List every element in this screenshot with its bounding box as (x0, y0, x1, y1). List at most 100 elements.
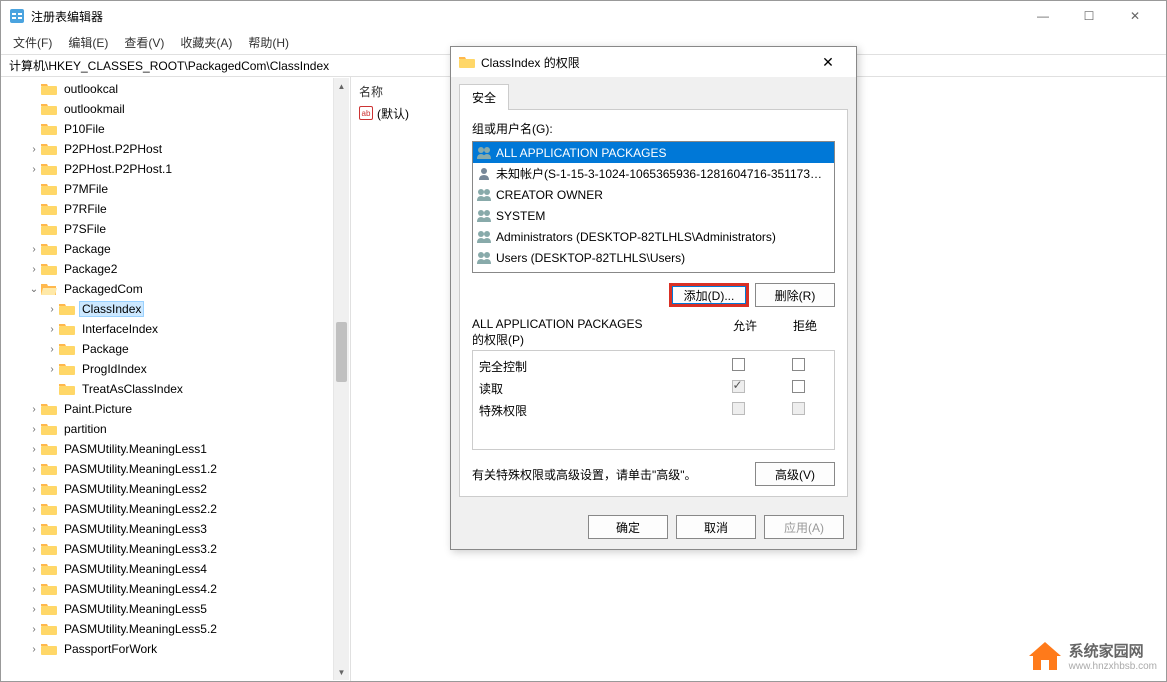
tree-item-label: PackagedCom (61, 281, 146, 297)
tree-item[interactable]: ›PASMUtility.MeaningLess2.2 (1, 499, 350, 519)
tree-panel[interactable]: outlookcaloutlookmailP10File›P2PHost.P2P… (1, 77, 351, 681)
scroll-thumb[interactable] (336, 322, 347, 382)
folder-icon (59, 302, 75, 316)
tree-item[interactable]: › Package (1, 339, 350, 359)
folder-icon (59, 382, 75, 396)
folder-icon (59, 342, 75, 356)
tree-item[interactable]: › Package (1, 239, 350, 259)
tree-item[interactable]: P7MFile (1, 179, 350, 199)
chevron-right-icon[interactable]: › (27, 424, 41, 435)
tree-item[interactable]: P7SFile (1, 219, 350, 239)
tree-item[interactable]: ›partition (1, 419, 350, 439)
tree-item-label: Package (61, 241, 114, 257)
apply-button[interactable]: 应用(A) (764, 515, 844, 539)
tree-item[interactable]: › PASMUtility.MeaningLess3.2 (1, 539, 350, 559)
chevron-right-icon[interactable]: › (45, 364, 59, 375)
close-button[interactable]: ✕ (1112, 1, 1158, 31)
allow-checkbox (732, 402, 745, 415)
tree-item[interactable]: outlookcal (1, 79, 350, 99)
user-row[interactable]: SYSTEM (473, 205, 834, 226)
remove-button[interactable]: 删除(R) (755, 283, 835, 307)
user-row[interactable]: 未知帐户(S-1-15-3-1024-1065365936-1281604716… (473, 163, 834, 184)
tree-item[interactable]: P7RFile (1, 199, 350, 219)
chevron-right-icon[interactable]: › (27, 164, 41, 175)
menu-edit[interactable]: 编辑(E) (60, 32, 116, 53)
user-row[interactable]: Administrators (DESKTOP-82TLHLS\Administ… (473, 226, 834, 247)
maximize-button[interactable]: ☐ (1066, 1, 1112, 31)
chevron-right-icon[interactable]: › (27, 604, 41, 615)
menu-help[interactable]: 帮助(H) (240, 32, 297, 53)
tree-item-label: ClassIndex (79, 301, 144, 317)
add-button[interactable]: 添加(D)... (669, 283, 749, 307)
scroll-up-icon[interactable]: ▲ (334, 78, 349, 94)
chevron-right-icon[interactable]: › (27, 584, 41, 595)
column-allow: 允许 (715, 317, 775, 348)
chevron-right-icon[interactable]: › (27, 144, 41, 155)
tree-item-label: PASMUtility.MeaningLess3.2 (61, 541, 220, 557)
chevron-right-icon[interactable]: › (45, 324, 59, 335)
tree-item[interactable]: ›PASMUtility.MeaningLess4 (1, 559, 350, 579)
tree-item-label: Package (79, 341, 132, 357)
chevron-right-icon[interactable]: › (27, 404, 41, 415)
tree-item[interactable]: › ClassIndex (1, 299, 350, 319)
dialog-close-button[interactable]: ✕ (808, 54, 848, 71)
tree-item[interactable]: ›PASMUtility.MeaningLess1 (1, 439, 350, 459)
perm-for-line2: 的权限(P) (472, 331, 715, 348)
menu-file[interactable]: 文件(F) (5, 32, 60, 53)
chevron-right-icon[interactable]: › (27, 564, 41, 575)
chevron-right-icon[interactable]: › (27, 544, 41, 555)
tree-item[interactable]: ›PASMUtility.MeaningLess3 (1, 519, 350, 539)
chevron-right-icon[interactable]: › (27, 524, 41, 535)
user-row[interactable]: CREATOR OWNER (473, 184, 834, 205)
folder-icon (41, 482, 57, 496)
deny-checkbox[interactable] (792, 358, 805, 371)
tree-item[interactable]: ›P2PHost.P2PHost (1, 139, 350, 159)
menu-view[interactable]: 查看(V) (116, 32, 172, 53)
tree-item[interactable]: ›PassportForWork (1, 639, 350, 659)
tree-item[interactable]: ›PASMUtility.MeaningLess4.2 (1, 579, 350, 599)
tab-security[interactable]: 安全 (459, 84, 509, 110)
chevron-right-icon[interactable]: › (45, 344, 59, 355)
advanced-button[interactable]: 高级(V) (755, 462, 835, 486)
tree-item-label: PASMUtility.MeaningLess1.2 (61, 461, 220, 477)
deny-checkbox[interactable] (792, 380, 805, 393)
perm-for-line1: ALL APPLICATION PACKAGES (472, 317, 715, 331)
ok-button[interactable]: 确定 (588, 515, 668, 539)
chevron-right-icon[interactable]: › (27, 504, 41, 515)
tree-scrollbar[interactable]: ▲ ▼ (333, 78, 349, 680)
chevron-down-icon[interactable]: ⌄ (27, 284, 41, 295)
chevron-right-icon[interactable]: › (27, 464, 41, 475)
chevron-right-icon[interactable]: › (45, 304, 59, 315)
allow-checkbox[interactable] (732, 358, 745, 371)
tree-item[interactable]: ›P2PHost.P2PHost.1 (1, 159, 350, 179)
tree-item[interactable]: outlookmail (1, 99, 350, 119)
menu-favorites[interactable]: 收藏夹(A) (172, 32, 240, 53)
user-row[interactable]: Users (DESKTOP-82TLHLS\Users) (473, 247, 834, 268)
tree-item[interactable]: ›PASMUtility.MeaningLess5 (1, 599, 350, 619)
chevron-right-icon[interactable]: › (27, 484, 41, 495)
cancel-button[interactable]: 取消 (676, 515, 756, 539)
chevron-right-icon[interactable]: › (27, 644, 41, 655)
tree-item[interactable]: P10File (1, 119, 350, 139)
user-row[interactable]: ALL APPLICATION PACKAGES (473, 142, 834, 163)
tree-item[interactable]: ›InterfaceIndex (1, 319, 350, 339)
chevron-right-icon[interactable]: › (27, 624, 41, 635)
tree-item[interactable]: › PASMUtility.MeaningLess1.2 (1, 459, 350, 479)
tree-item[interactable]: ›PASMUtility.MeaningLess5.2 (1, 619, 350, 639)
scroll-down-icon[interactable]: ▼ (334, 664, 349, 680)
tree-item-label: outlookcal (61, 81, 121, 97)
chevron-right-icon[interactable]: › (27, 244, 41, 255)
chevron-right-icon[interactable]: › (27, 444, 41, 455)
tree-item[interactable]: ›PASMUtility.MeaningLess2 (1, 479, 350, 499)
tree-item[interactable]: ⌄ PackagedCom (1, 279, 350, 299)
tree-item[interactable]: ›ProgIdIndex (1, 359, 350, 379)
group-icon (476, 209, 492, 223)
tree-item[interactable]: TreatAsClassIndex (1, 379, 350, 399)
chevron-right-icon[interactable]: › (27, 264, 41, 275)
user-list[interactable]: ALL APPLICATION PACKAGES未知帐户(S-1-15-3-10… (472, 141, 835, 273)
tree-item-label: TreatAsClassIndex (79, 381, 186, 397)
tree-item[interactable]: ›Package2 (1, 259, 350, 279)
minimize-button[interactable]: — (1020, 1, 1066, 31)
folder-icon (41, 582, 57, 596)
tree-item[interactable]: ›Paint.Picture (1, 399, 350, 419)
